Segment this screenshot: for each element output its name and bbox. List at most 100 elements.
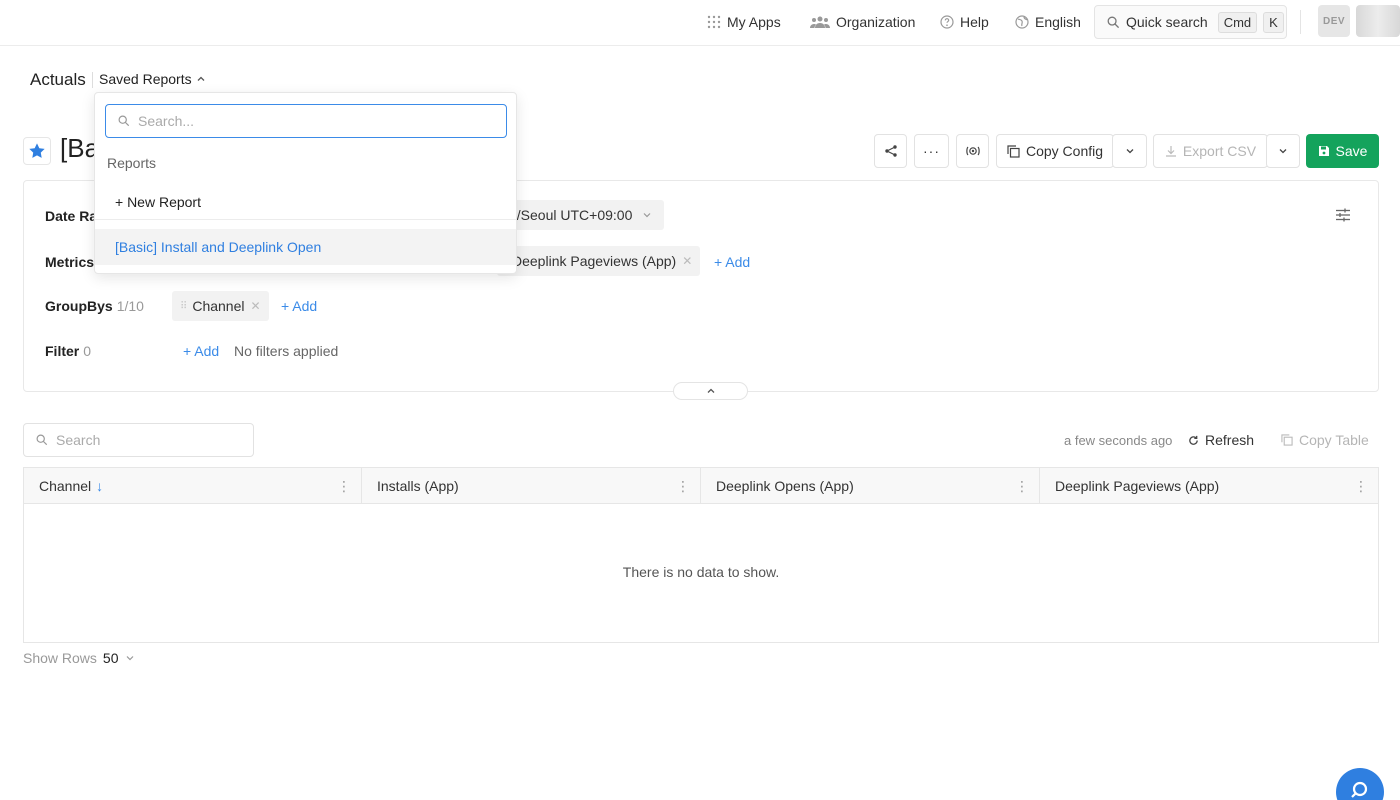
- metric-chip[interactable]: Deeplink Pageviews (App) ✕: [497, 246, 701, 276]
- chevron-down-icon: [1126, 149, 1133, 154]
- collapse-panel-button[interactable]: [673, 382, 748, 400]
- empty-state-message: There is no data to show.: [622, 564, 780, 580]
- column-header-deeplink-pageviews[interactable]: Deeplink Pageviews (App) ⋮: [1040, 468, 1378, 504]
- show-rows-selector[interactable]: Show Rows 50: [23, 650, 135, 666]
- copy-icon: [1007, 144, 1020, 158]
- dropdown-divider: [95, 219, 516, 220]
- search-icon: [1107, 16, 1120, 28]
- metrics-label: Metrics: [45, 254, 94, 270]
- saved-reports-label: Saved Reports: [99, 71, 192, 87]
- language-label: English: [1035, 14, 1081, 30]
- export-csv-dropdown-button[interactable]: [1266, 134, 1300, 168]
- column-menu-icon[interactable]: ⋮: [676, 478, 690, 495]
- save-label: Save: [1335, 143, 1368, 159]
- column-menu-icon[interactable]: ⋮: [337, 478, 351, 495]
- remove-icon[interactable]: ✕: [250, 299, 260, 313]
- language-selector[interactable]: English: [1015, 12, 1081, 32]
- saved-reports-dropdown: Reports + New Report [Basic] Install and…: [94, 92, 517, 274]
- organization-link[interactable]: Organization: [810, 12, 915, 32]
- no-filters-text: No filters applied: [234, 343, 339, 359]
- breadcrumb-divider: [92, 72, 93, 88]
- help-link[interactable]: Help: [940, 12, 989, 32]
- help-label: Help: [960, 14, 989, 30]
- export-csv-button[interactable]: Export CSV: [1153, 134, 1268, 168]
- refresh-button[interactable]: Refresh: [1188, 432, 1254, 448]
- preview-button[interactable]: [956, 134, 989, 168]
- filter-label-text: Filter: [45, 343, 80, 359]
- help-search-button[interactable]: [1336, 768, 1384, 800]
- add-groupby-link[interactable]: + Add: [281, 298, 317, 314]
- floppy-disk-icon: [1318, 146, 1329, 156]
- remove-icon[interactable]: ✕: [682, 254, 692, 268]
- copy-config-button[interactable]: Copy Config: [996, 134, 1114, 168]
- search-icon: [118, 115, 130, 127]
- sort-desc-icon[interactable]: ↓: [96, 478, 103, 494]
- column-header-label: Deeplink Pageviews (App): [1055, 478, 1220, 494]
- settings-sliders-icon[interactable]: [1335, 207, 1351, 226]
- column-menu-icon[interactable]: ⋮: [1015, 478, 1029, 495]
- groupbys-label: GroupBys 1/10: [45, 298, 144, 314]
- env-badge[interactable]: DEV: [1318, 5, 1350, 37]
- search-icon: [1351, 781, 1368, 798]
- timezone-selector[interactable]: a/Seoul UTC+09:00: [497, 200, 665, 230]
- page-title: Actuals: [30, 70, 86, 89]
- more-options-button[interactable]: ···: [914, 134, 949, 168]
- chevron-down-icon: [126, 656, 133, 661]
- report-title: [Ba: [60, 133, 94, 163]
- filter-label: Filter 0: [45, 343, 91, 359]
- column-menu-icon[interactable]: ⋮: [1354, 478, 1368, 495]
- column-header-deeplink-opens[interactable]: Deeplink Opens (App) ⋮: [701, 468, 1040, 504]
- filter-count: 0: [83, 343, 92, 359]
- show-rows-label: Show Rows: [23, 650, 97, 666]
- copy-table-button[interactable]: Copy Table: [1281, 432, 1369, 448]
- saved-reports-toggle[interactable]: Saved Reports: [99, 71, 206, 87]
- groupbys-label-text: GroupBys: [45, 298, 113, 314]
- copy-config-label: Copy Config: [1025, 143, 1104, 159]
- table-search-input[interactable]: Search: [23, 423, 254, 457]
- chevron-up-icon: [197, 76, 205, 81]
- refresh-icon: [1189, 435, 1198, 445]
- last-updated-text: a few seconds ago: [1064, 433, 1173, 448]
- question-circle-icon: [940, 15, 954, 29]
- download-icon: [1165, 146, 1176, 157]
- column-header-label: Installs (App): [377, 478, 459, 494]
- column-header-installs[interactable]: Installs (App) ⋮: [362, 468, 701, 504]
- share-icon: [884, 145, 897, 157]
- column-header-label: Deeplink Opens (App): [716, 478, 854, 494]
- date-range-label: Date Ra: [45, 208, 97, 224]
- quick-search-label: Quick search: [1126, 14, 1208, 30]
- metric-chip-label: Deeplink Pageviews (App): [512, 253, 677, 269]
- saved-reports-search[interactable]: [105, 104, 507, 138]
- drag-handle-icon[interactable]: ⠿: [180, 301, 187, 312]
- eye-icon: [965, 146, 980, 156]
- export-csv-label: Export CSV: [1182, 143, 1257, 159]
- date-range-label-text: Date Ra: [45, 208, 98, 224]
- table-header: Channel ↓ ⋮ Installs (App) ⋮ Deeplink Op…: [24, 468, 1378, 504]
- my-apps-link[interactable]: My Apps: [707, 12, 781, 32]
- copy-config-dropdown-button[interactable]: [1112, 134, 1147, 168]
- save-button[interactable]: Save: [1306, 134, 1379, 168]
- ellipsis-icon: ···: [923, 143, 940, 159]
- show-rows-value: 50: [102, 650, 119, 666]
- add-filter-link[interactable]: + Add: [183, 343, 219, 359]
- add-metric-link[interactable]: + Add: [714, 254, 750, 270]
- copy-table-label: Copy Table: [1299, 432, 1369, 448]
- report-table: Channel ↓ ⋮ Installs (App) ⋮ Deeplink Op…: [23, 467, 1379, 643]
- favorite-button[interactable]: [23, 137, 51, 165]
- organization-label: Organization: [836, 14, 916, 30]
- saved-reports-search-input[interactable]: [138, 113, 478, 129]
- chevron-up-icon: [707, 388, 714, 393]
- table-search-placeholder: Search: [56, 432, 101, 448]
- share-button[interactable]: [874, 134, 907, 168]
- groupbys-count: 1/10: [116, 298, 144, 314]
- quick-search-button[interactable]: Quick search Cmd K: [1094, 5, 1287, 39]
- groupby-chip[interactable]: ⠿ Channel ✕: [172, 291, 269, 321]
- people-icon: [810, 16, 830, 28]
- star-icon: [29, 143, 45, 158]
- column-header-channel[interactable]: Channel ↓ ⋮: [24, 468, 362, 504]
- avatar[interactable]: [1356, 5, 1400, 37]
- k-key: K: [1263, 11, 1284, 33]
- saved-report-item[interactable]: [Basic] Install and Deeplink Open: [95, 229, 516, 265]
- cmd-key: Cmd: [1217, 11, 1258, 33]
- new-report-button[interactable]: + New Report: [115, 194, 201, 210]
